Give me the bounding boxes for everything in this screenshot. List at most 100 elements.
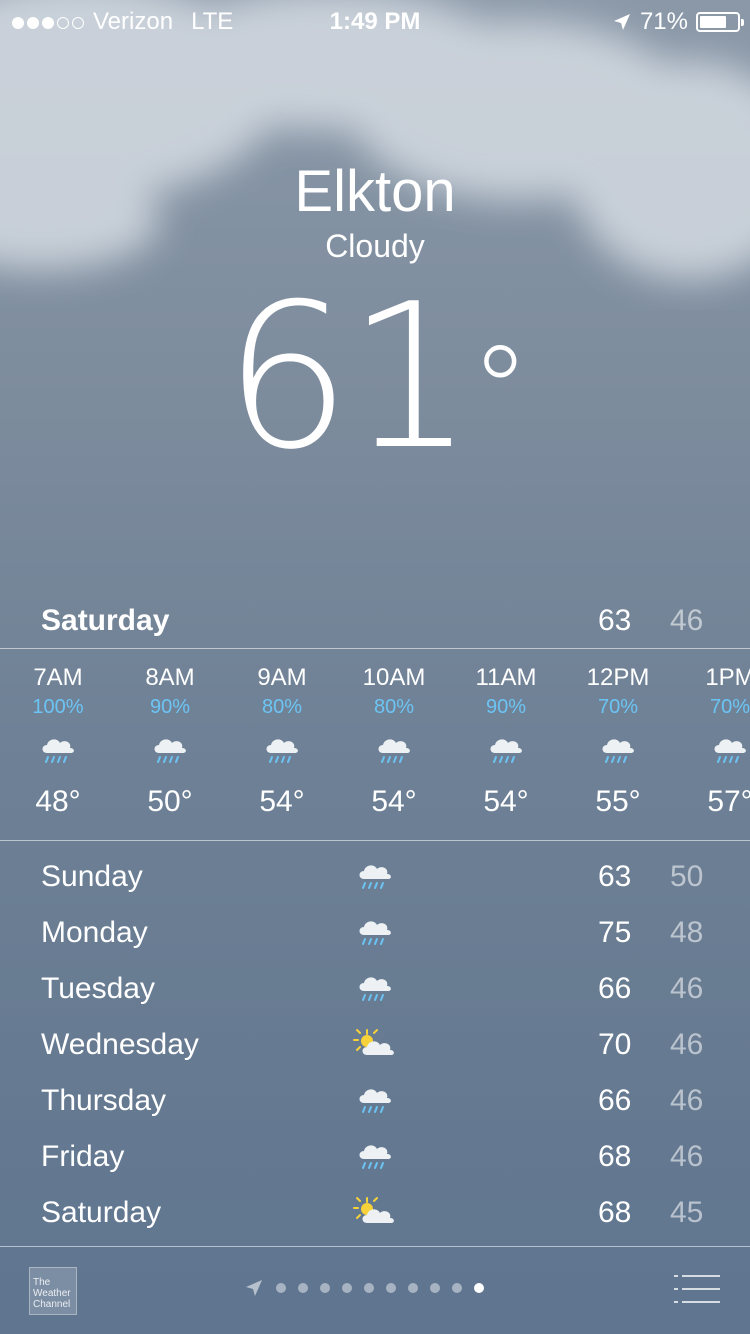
logo-line: The — [33, 1277, 51, 1288]
daily-row: Friday 68 46 — [0, 1128, 750, 1184]
city-name: Elkton — [294, 159, 456, 224]
city-list-icon[interactable] — [674, 1274, 720, 1304]
precip-chance: 70% — [709, 696, 750, 718]
hour-time: 1PM — [705, 664, 750, 691]
hourly-item: 12PM 70% 55° — [562, 664, 674, 819]
day-high: 70 — [598, 1028, 632, 1061]
hour-icon — [674, 725, 750, 775]
page-dot[interactable] — [474, 1283, 484, 1293]
day-low: 48 — [670, 916, 704, 949]
today-summary: Saturday 63 46 — [0, 600, 750, 648]
page-dot[interactable] — [298, 1283, 308, 1293]
hour-icon — [114, 725, 226, 775]
hourly-forecast[interactable]: 7AM 100% 48° 8AM 90% 50° 9AM 80% 54° 10A… — [0, 650, 750, 838]
day-icon — [350, 1134, 400, 1178]
hourly-item: 7AM 100% 48° — [2, 664, 114, 819]
hourly-item: 9AM 80% 54° — [226, 664, 338, 819]
hour-icon — [338, 725, 450, 775]
hour-time: 10AM — [362, 664, 426, 691]
hour-temp: 54° — [259, 785, 305, 818]
precip-chance: 100% — [32, 696, 84, 718]
hour-time: 9AM — [257, 664, 307, 691]
weather-channel-logo[interactable]: The Weather Channel — [29, 1267, 77, 1315]
page-dot[interactable] — [364, 1283, 374, 1293]
rain-cloud-icon — [359, 1089, 391, 1113]
today-high: 63 — [598, 604, 632, 637]
daily-row: Sunday 63 50 — [0, 848, 750, 904]
today-low: 46 — [670, 604, 704, 637]
hour-time: 11AM — [475, 664, 537, 691]
precip-chance: 90% — [149, 696, 191, 718]
rain-cloud-icon — [602, 739, 634, 763]
page-dot[interactable] — [342, 1283, 352, 1293]
daily-forecast: Sunday 63 50 Monday 75 48 Tuesday 66 46 … — [0, 848, 750, 1240]
status-right: 71% — [612, 8, 744, 36]
hour-temp: 54° — [483, 785, 529, 818]
rain-cloud-icon — [359, 1145, 391, 1169]
page-dot[interactable] — [320, 1283, 330, 1293]
day-high: 66 — [598, 1084, 632, 1117]
day-icon — [350, 966, 400, 1010]
temperature-value: 61 — [223, 261, 474, 494]
day-low: 50 — [670, 860, 704, 893]
degree-symbol: ° — [470, 322, 530, 461]
day-name: Sunday — [41, 860, 143, 893]
day-name: Thursday — [41, 1084, 167, 1117]
page-indicator[interactable] — [244, 1278, 484, 1298]
precip-chance: 90% — [485, 696, 527, 718]
page-dot[interactable] — [386, 1283, 396, 1293]
page-dot[interactable] — [430, 1283, 440, 1293]
hourly-item: 1PM 70% 57° — [674, 664, 750, 819]
day-low: 46 — [670, 972, 704, 1005]
daily-row: Wednesday 70 46 — [0, 1016, 750, 1072]
status-bar: Verizon LTE 1:49 PM 71% — [0, 0, 750, 40]
hour-time: 12PM — [586, 664, 650, 691]
hour-temp: 55° — [595, 785, 641, 818]
day-low: 46 — [670, 1140, 704, 1173]
day-icon — [350, 1078, 400, 1122]
precip-chance: 80% — [261, 696, 303, 718]
rain-cloud-icon — [378, 739, 410, 763]
rain-cloud-icon — [714, 739, 746, 763]
day-name: Monday — [41, 916, 148, 949]
hour-icon — [2, 725, 114, 775]
precip-chance: 70% — [597, 696, 639, 718]
battery-icon — [696, 12, 744, 32]
day-high: 75 — [598, 916, 632, 949]
hourly-item: 11AM 90% 54° — [450, 664, 562, 819]
logo-line: Channel — [33, 1299, 71, 1310]
daily-row: Monday 75 48 — [0, 904, 750, 960]
rain-cloud-icon — [359, 865, 391, 889]
day-name: Friday — [41, 1140, 125, 1173]
divider — [0, 648, 750, 649]
hour-temp: 54° — [371, 785, 417, 818]
daily-row: Tuesday 66 46 — [0, 960, 750, 1016]
logo-line: Weather — [33, 1288, 71, 1299]
divider — [0, 840, 750, 841]
battery-percent: 71% — [639, 8, 688, 35]
day-icon — [350, 1022, 400, 1066]
day-icon — [350, 910, 400, 954]
rain-cloud-icon — [266, 739, 298, 763]
location-arrow-icon — [613, 14, 630, 30]
day-low: 46 — [670, 1028, 704, 1061]
partly-sunny-icon — [353, 1029, 394, 1055]
precip-chance: 80% — [373, 696, 415, 718]
day-high: 68 — [598, 1196, 632, 1229]
hour-time: 7AM — [33, 664, 83, 691]
day-icon — [350, 854, 400, 898]
current-temperature: 61° — [0, 268, 750, 488]
rain-cloud-icon — [154, 739, 186, 763]
page-dot[interactable] — [408, 1283, 418, 1293]
page-dot[interactable] — [452, 1283, 462, 1293]
current-condition: Cloudy — [325, 228, 425, 264]
partly-sunny-icon — [353, 1197, 394, 1223]
day-high: 63 — [598, 860, 632, 893]
page-dot[interactable] — [276, 1283, 286, 1293]
day-high: 66 — [598, 972, 632, 1005]
rain-cloud-icon — [359, 977, 391, 1001]
daily-row: Saturday 68 45 — [0, 1184, 750, 1240]
day-high: 68 — [598, 1140, 632, 1173]
hour-icon — [562, 725, 674, 775]
day-name: Wednesday — [41, 1028, 199, 1061]
